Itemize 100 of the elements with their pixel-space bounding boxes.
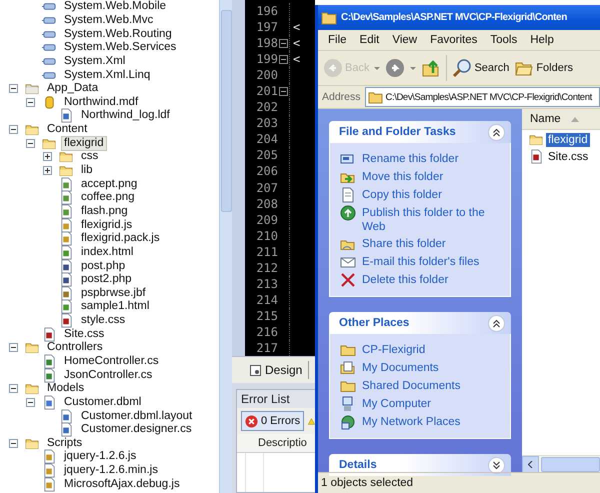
tree-item[interactable]: System.Web.Routing bbox=[61, 26, 175, 42]
window-title: C:\Dev\Samples\ASP.NET MVC\CP-Flexigrid\Conten bbox=[341, 12, 567, 23]
collapse-toggle[interactable] bbox=[26, 138, 34, 148]
menu-item[interactable]: View bbox=[386, 32, 424, 48]
menu-item[interactable]: Edit bbox=[354, 32, 386, 48]
collapse-toggle[interactable] bbox=[8, 343, 18, 352]
collapse-toggle[interactable] bbox=[26, 398, 34, 407]
expand-toggle[interactable] bbox=[42, 152, 52, 162]
tree-item[interactable]: System.Web.Mobile bbox=[61, 0, 170, 14]
tree-item[interactable]: post2.php bbox=[78, 272, 135, 288]
tree-item[interactable]: App_Data bbox=[44, 81, 102, 96]
task-panel-header[interactable]: Details bbox=[329, 454, 511, 476]
tree-item[interactable]: System.Web.Services bbox=[61, 40, 180, 56]
collapse-toggle[interactable] bbox=[8, 438, 18, 448]
menu-item[interactable]: Favorites bbox=[424, 32, 484, 48]
scrollbar-thumb[interactable] bbox=[220, 10, 232, 212]
name-column-header[interactable]: Name bbox=[522, 109, 600, 130]
collapse-toggle[interactable] bbox=[8, 384, 18, 394]
tree-item[interactable]: System.Xml.Linq bbox=[61, 68, 154, 83]
tree-item[interactable]: index.html bbox=[78, 244, 136, 260]
tree-item[interactable]: Northwind_log.ldf bbox=[78, 108, 173, 124]
php-file-icon bbox=[59, 272, 74, 288]
folders-button[interactable]: Folders bbox=[512, 56, 576, 80]
line-number: 197 bbox=[255, 20, 278, 34]
dropdown-caret-icon[interactable] bbox=[410, 66, 416, 70]
task-link[interactable]: Rename this folder bbox=[362, 151, 459, 166]
expand-button[interactable] bbox=[488, 456, 505, 474]
tree-item[interactable]: System.Web.Mvc bbox=[61, 12, 156, 28]
dropdown-caret-icon[interactable] bbox=[374, 66, 380, 70]
fold-toggle[interactable] bbox=[279, 86, 288, 96]
line-number: 203 bbox=[255, 116, 278, 130]
scroll-left-button[interactable] bbox=[522, 456, 539, 472]
tree-item[interactable]: Content bbox=[44, 122, 90, 138]
task-link[interactable]: Move this folder bbox=[362, 169, 444, 184]
tree-item[interactable]: lib bbox=[78, 163, 96, 178]
task-link[interactable]: My Network Places bbox=[362, 414, 460, 429]
stylesheet-icon bbox=[529, 149, 544, 164]
code-text: < bbox=[293, 36, 300, 50]
tree-item[interactable]: pspbrwse.jbf bbox=[78, 286, 149, 301]
task-link[interactable]: Shared Documents bbox=[362, 378, 460, 393]
up-folder-icon bbox=[421, 58, 442, 78]
line-number: 214 bbox=[255, 292, 278, 307]
code-editor[interactable]: 196 197 < 198 < 199 < 200 201 202 203 204 205 206 207 208 209 210 211 212 213 214 215 216 217 bbox=[245, 0, 315, 356]
stylesheet-icon bbox=[42, 326, 57, 342]
scrollbar-thumb[interactable] bbox=[541, 456, 600, 472]
tree-item[interactable]: accept.png bbox=[78, 176, 140, 192]
tree-item[interactable]: Controllers bbox=[44, 340, 106, 356]
tree-item[interactable]: jquery-1.2.6.js bbox=[61, 449, 140, 464]
file-list-entry[interactable]: flexigrid bbox=[546, 132, 590, 146]
tree-item[interactable]: Site.css bbox=[61, 326, 108, 342]
collapse-toggle[interactable] bbox=[26, 98, 34, 107]
line-number: 202 bbox=[255, 100, 278, 114]
task-link[interactable]: Share this folder bbox=[362, 236, 446, 251]
tree-item[interactable]: coffee.png bbox=[78, 190, 138, 206]
menu-item[interactable]: Tools bbox=[484, 32, 524, 48]
tree-item[interactable]: jquery-1.2.6.min.js bbox=[61, 463, 161, 478]
search-button[interactable]: Search bbox=[450, 56, 512, 80]
expand-toggle[interactable] bbox=[42, 166, 52, 175]
tree-item[interactable]: MicrosoftAjax.debug.js bbox=[61, 476, 183, 492]
horizontal-scrollbar[interactable] bbox=[522, 455, 600, 472]
fold-toggle[interactable] bbox=[279, 54, 288, 64]
tree-item[interactable]: post.php bbox=[78, 258, 128, 274]
code-text: < bbox=[293, 52, 300, 66]
collapse-button[interactable] bbox=[488, 124, 505, 140]
task-link[interactable]: Delete this folder bbox=[362, 272, 448, 287]
errors-filter-button[interactable]: 0 Errors bbox=[241, 411, 304, 431]
task-link[interactable]: My Documents bbox=[362, 360, 439, 375]
tree-item[interactable]: Customer.dbml.layout bbox=[78, 408, 196, 424]
tree-item[interactable]: Customer.designer.cs bbox=[78, 422, 195, 438]
task-link[interactable]: CP-Flexigrid bbox=[362, 342, 426, 357]
tree-item[interactable]: flexigrid.js bbox=[78, 218, 136, 233]
task-link[interactable]: Copy this folder bbox=[362, 187, 442, 202]
task-link[interactable]: My Computer bbox=[362, 396, 432, 411]
tree-item[interactable]: flash.png bbox=[78, 204, 131, 219]
tree-item[interactable]: Customer.dbml bbox=[61, 394, 144, 410]
task-link[interactable]: E-mail this folder's files bbox=[362, 254, 480, 269]
fold-toggle[interactable] bbox=[279, 38, 288, 48]
file-list-entry[interactable]: Site.css bbox=[546, 150, 590, 164]
tree-item[interactable]: style.css bbox=[78, 313, 128, 328]
task-link[interactable]: Publish this folder to the Web bbox=[362, 205, 502, 234]
tree-item[interactable]: Scripts bbox=[44, 436, 86, 451]
menu-item[interactable]: File bbox=[322, 32, 353, 48]
scrollbar[interactable] bbox=[219, 0, 232, 493]
collapse-button[interactable] bbox=[488, 314, 505, 332]
tree-item[interactable]: css bbox=[78, 149, 102, 164]
task-panel-header[interactable]: Other Places bbox=[329, 312, 511, 334]
tree-item[interactable]: flexigrid bbox=[61, 136, 107, 151]
tree-item[interactable]: sample1.html bbox=[78, 299, 152, 314]
collapse-toggle[interactable] bbox=[8, 84, 18, 94]
tree-item[interactable]: HomeController.cs bbox=[61, 354, 162, 369]
collapse-toggle[interactable] bbox=[8, 125, 18, 134]
tree-item[interactable]: Models bbox=[44, 381, 88, 396]
tree-item[interactable]: Northwind.mdf bbox=[61, 94, 142, 110]
tree-item[interactable]: System.Xml bbox=[61, 54, 128, 69]
folder-icon bbox=[321, 10, 337, 24]
address-field[interactable]: C:\Dev\Samples\ASP.NET MVC\CP-Flexigrid\Content bbox=[364, 87, 600, 107]
menu-item[interactable]: Help bbox=[524, 32, 560, 48]
task-panel-header[interactable]: File and Folder Tasks bbox=[329, 121, 511, 143]
tree-item[interactable]: flexigrid.pack.js bbox=[78, 231, 163, 246]
tree-item[interactable]: JsonController.cs bbox=[61, 368, 156, 383]
